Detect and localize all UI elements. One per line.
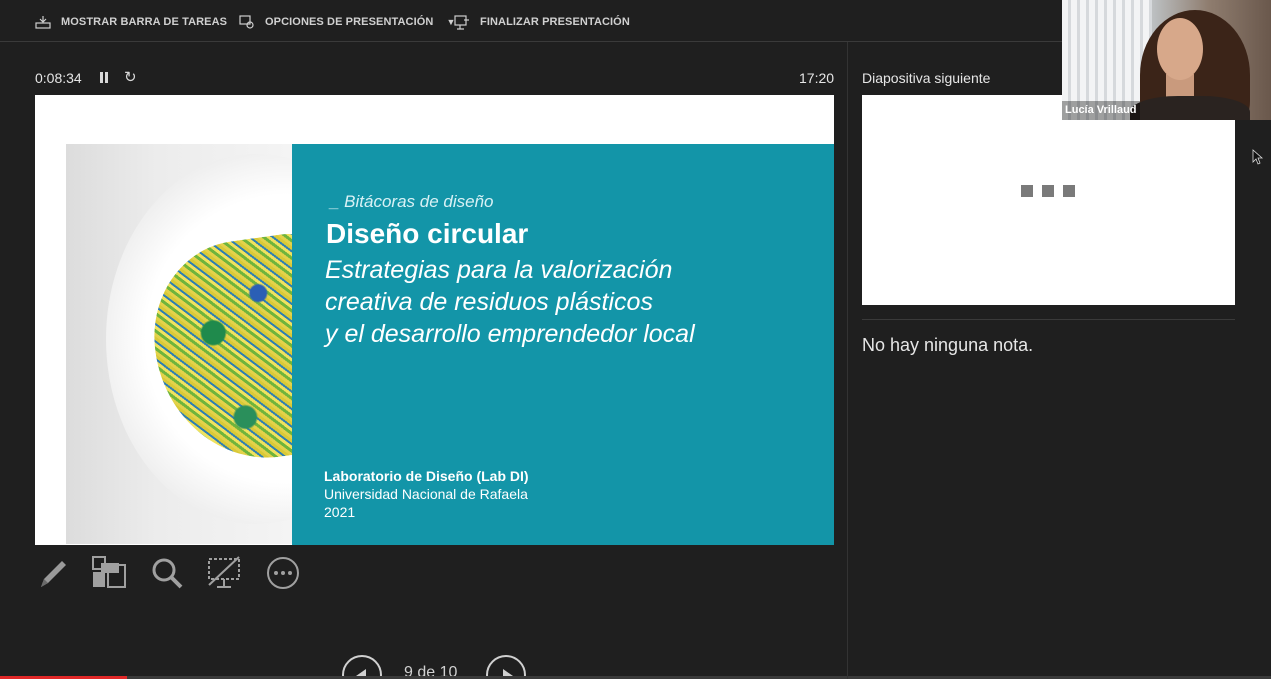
speaker-notes[interactable]: No hay ninguna nota. [862, 335, 1033, 356]
loading-indicator [1021, 185, 1075, 197]
loading-dot [1042, 185, 1054, 197]
footer-lab: Laboratorio de Diseño (Lab DI) [324, 468, 529, 484]
next-slide-label: Diapositiva siguiente [862, 70, 991, 86]
current-slide[interactable]: _ Bitácoras de diseño Diseño circular Es… [35, 95, 834, 545]
face-shape [1157, 18, 1203, 80]
slide-subtitle: Estrategias para la valorización creativ… [325, 254, 825, 350]
presenter-toolbar: MOSTRAR BARRA DE TAREAS OPCIONES DE PRES… [0, 0, 1062, 42]
title-panel: _ Bitácoras de diseño Diseño circular Es… [292, 144, 834, 545]
footer-year: 2021 [324, 504, 356, 520]
taskbar-icon [35, 16, 51, 29]
participant-name: Lucía Vrillaud [1062, 101, 1140, 120]
subtitle-line: creativa de residuos plásticos [325, 288, 653, 316]
loading-dot [1063, 185, 1075, 197]
slide-kicker: _ Bitácoras de diseño [330, 192, 494, 211]
settings-icon [239, 15, 254, 29]
subtitle-line: Estrategias para la valorización [325, 256, 673, 284]
black-screen-icon[interactable] [206, 555, 242, 591]
end-presentation-button[interactable]: FINALIZAR PRESENTACIÓN [454, 14, 630, 30]
notes-divider [862, 319, 1235, 320]
loading-dot [1021, 185, 1033, 197]
end-presentation-label: FINALIZAR PRESENTACIÓN [480, 16, 630, 28]
current-time: 17:20 [799, 70, 835, 86]
slide-title: Diseño circular [326, 218, 529, 249]
shirt-shape [1130, 96, 1250, 120]
presentation-options-button[interactable]: OPCIONES DE PRESENTACIÓN ▼ [239, 14, 455, 30]
slides-grid-icon[interactable] [91, 555, 127, 591]
reset-timer-icon[interactable]: ↻ [124, 68, 137, 86]
slide-footer: Laboratorio de Diseño (Lab DI) Universid… [324, 467, 529, 521]
show-taskbar-label: MOSTRAR BARRA DE TAREAS [61, 16, 228, 28]
pen-icon[interactable] [35, 555, 71, 591]
more-options-icon[interactable] [265, 555, 301, 591]
presentation-options-label: OPCIONES DE PRESENTACIÓN [265, 16, 434, 28]
subtitle-line: y el desarrollo emprendedor local [325, 320, 695, 348]
end-slideshow-icon [454, 15, 469, 30]
pane-divider [847, 42, 848, 679]
elapsed-timer: 0:08:34 [35, 70, 82, 86]
show-taskbar-button[interactable]: MOSTRAR BARRA DE TAREAS [35, 14, 227, 30]
footer-university: Universidad Nacional de Rafaela [324, 486, 528, 502]
mouse-cursor-icon [1252, 149, 1264, 165]
pause-icon[interactable] [97, 71, 111, 85]
next-slide-thumbnail[interactable] [862, 95, 1235, 305]
recycled-plastic-photo [66, 144, 292, 544]
zoom-icon[interactable] [149, 555, 185, 591]
